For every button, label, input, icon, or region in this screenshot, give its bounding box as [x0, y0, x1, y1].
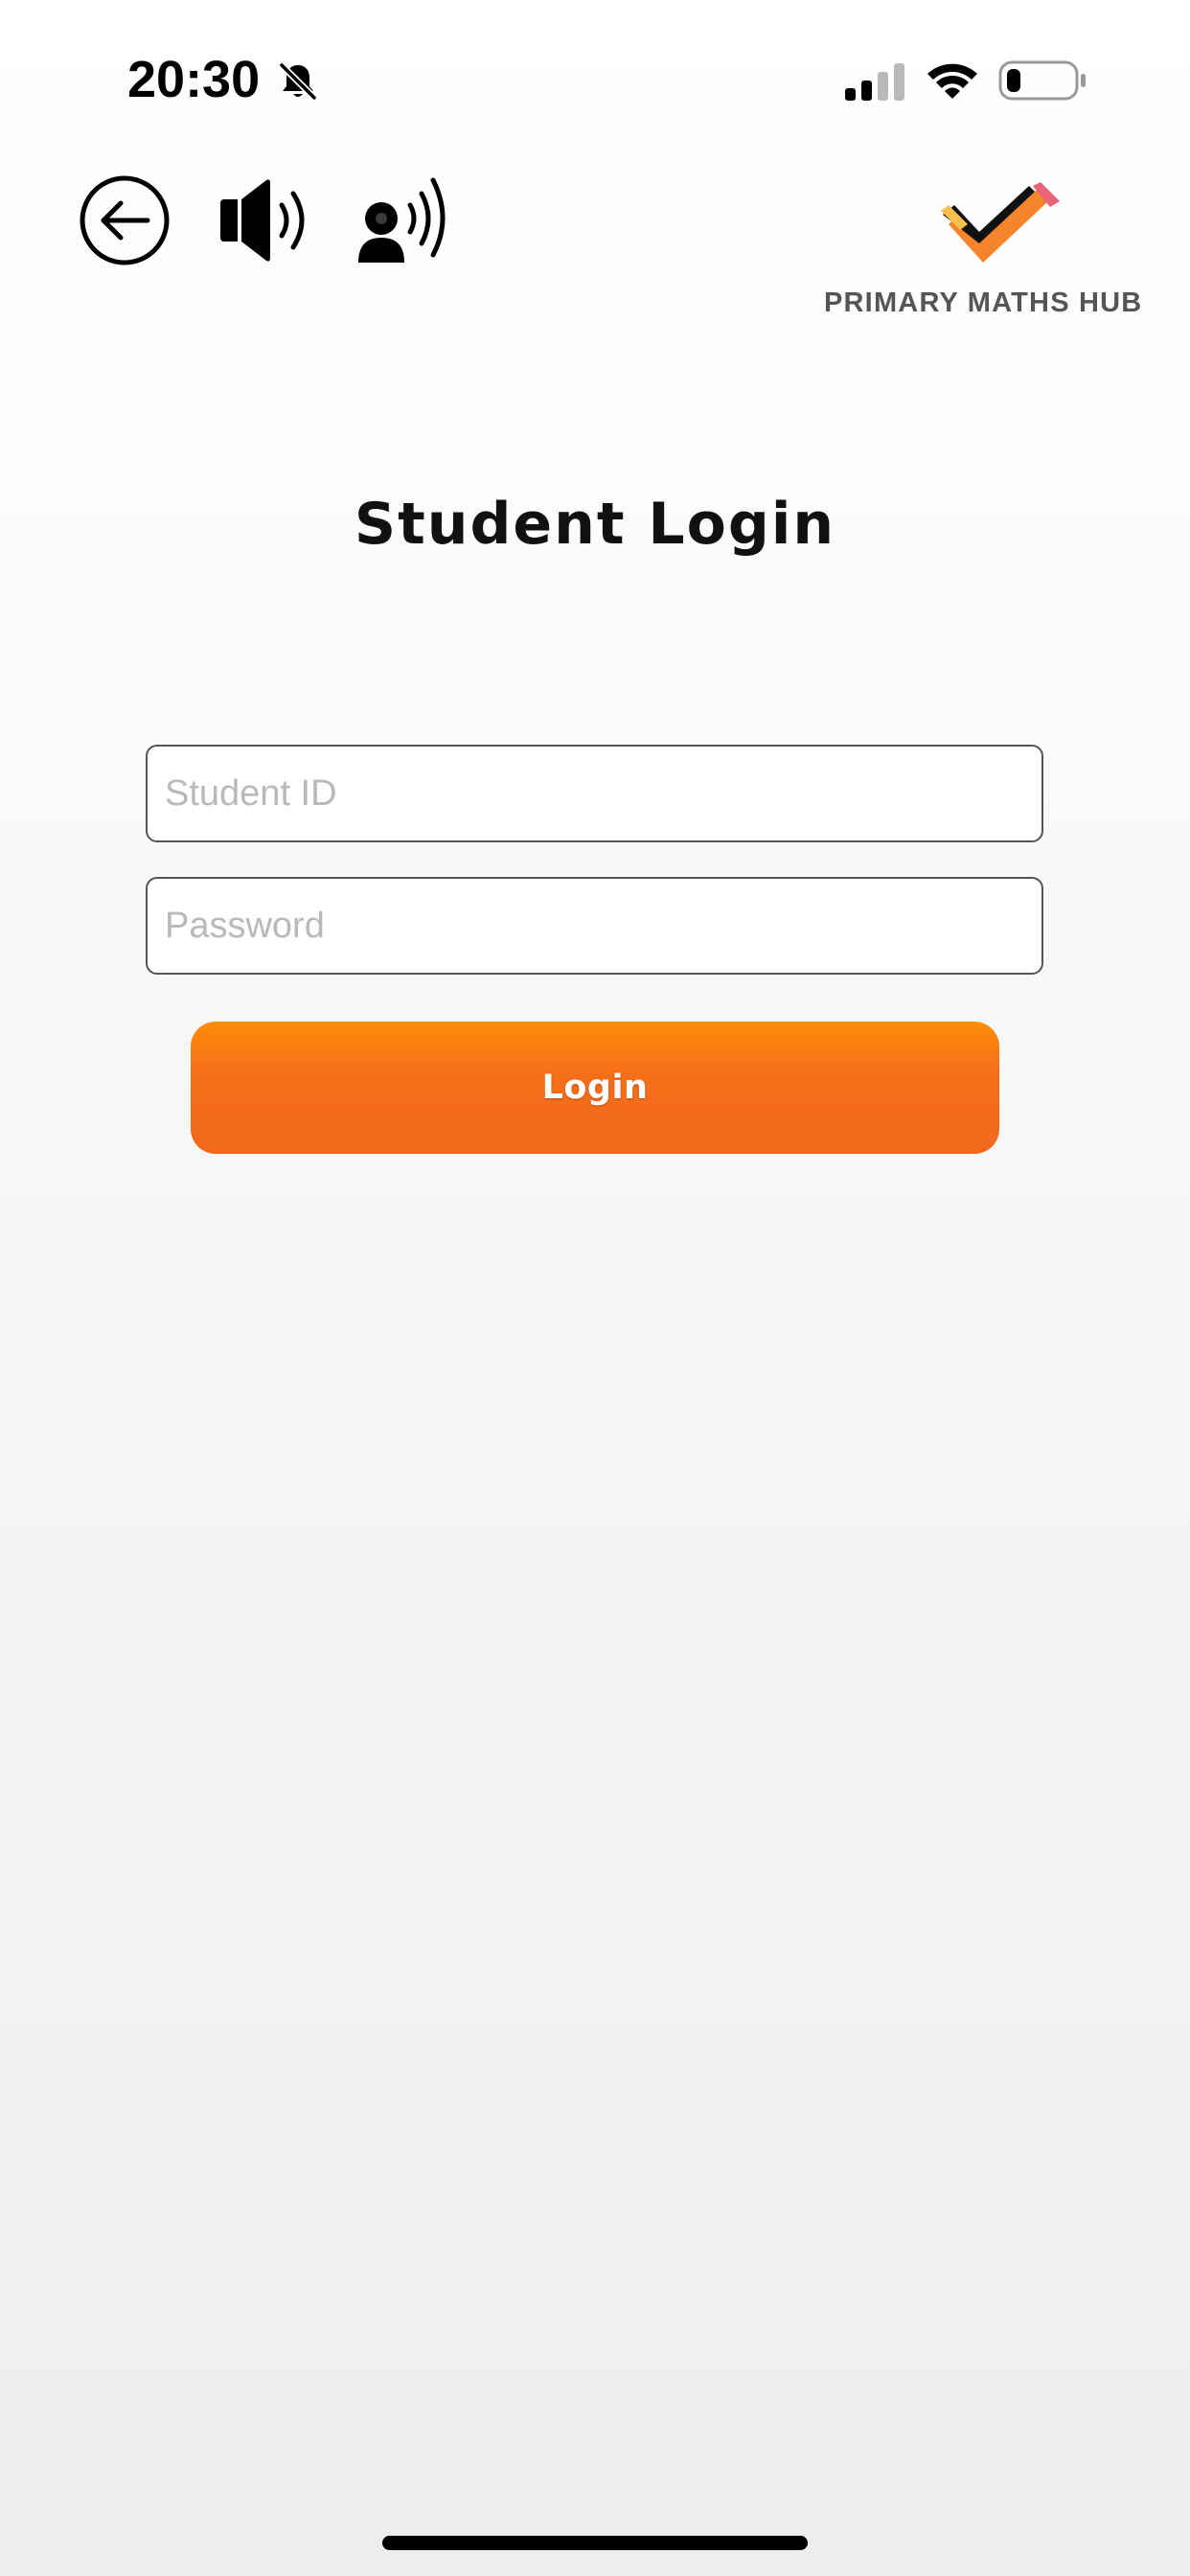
login-screen: 20:30 PRIMARY MATHS HUB Student Login St… — [0, 0, 1190, 2576]
bell-slash-icon — [278, 61, 318, 102]
home-indicator[interactable] — [382, 2536, 808, 2550]
page-title: Student Login — [354, 491, 836, 558]
sound-toggle-button[interactable] — [217, 174, 316, 266]
student-id-input[interactable] — [146, 745, 1043, 842]
back-arrow-icon — [80, 175, 170, 265]
top-toolbar: PRIMARY MATHS HUB — [0, 163, 1190, 335]
battery-icon — [998, 60, 1086, 101]
speaker-icon — [220, 179, 305, 262]
wifi-icon — [927, 63, 977, 99]
checkmark-logo-icon — [941, 182, 1060, 263]
primary-maths-hub-logo: PRIMARY MATHS HUB — [824, 180, 1169, 324]
logo-text: PRIMARY MATHS HUB — [824, 288, 1143, 318]
status-bar: 20:30 — [0, 0, 1190, 153]
login-button-label: Login — [541, 1069, 649, 1107]
voice-assist-icon — [358, 177, 446, 263]
status-time: 20:30 — [127, 51, 261, 108]
cellular-signal-icon — [845, 63, 904, 101]
password-input[interactable] — [146, 877, 1043, 975]
login-button[interactable]: Login — [191, 1022, 999, 1154]
voice-assist-button[interactable] — [356, 167, 456, 266]
back-button[interactable] — [79, 174, 171, 266]
